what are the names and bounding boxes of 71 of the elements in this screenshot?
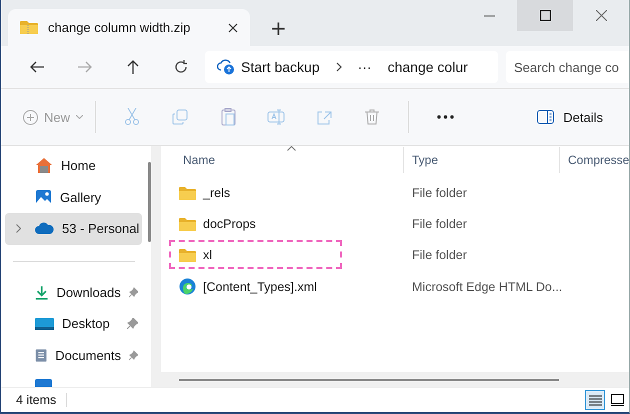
maximize-icon[interactable] [540,10,550,21]
file-name: [Content_Types].xml [203,280,317,294]
file-row[interactable]: [Content_Types].xml Microsoft Edge HTML Do... [161,270,629,302]
zip-folder-icon [20,20,38,35]
folder-icon [179,216,196,231]
file-type: File folder [411,248,468,262]
folder-icon [179,248,196,262]
forward-icon[interactable] [78,61,92,73]
cloud-upload-icon [217,59,235,75]
panel-icon [537,110,554,124]
scrollbar-thumb[interactable] [179,379,559,381]
column-header[interactable]: Name [161,147,403,173]
file-row[interactable]: _rels File folder [161,177,629,208]
pin-icon[interactable] [129,350,138,361]
sidebar-item[interactable]: Home [5,150,142,182]
file-name: _rels [203,186,230,200]
sidebar-item[interactable]: Gallery [5,182,142,213]
folder-icon [179,186,196,200]
scrollbar-thumb[interactable] [148,162,151,242]
minimize-icon[interactable] [484,14,494,16]
tiles-icon [610,394,624,406]
search-field[interactable]: Search change co [506,51,629,83]
more-icon[interactable] [436,115,454,119]
download-icon [35,284,48,301]
document-icon [35,346,48,364]
breadcrumb-item[interactable]: change colur [388,59,468,75]
pin-icon[interactable] [128,286,138,298]
refresh-icon[interactable] [174,60,188,74]
details-button[interactable]: Details [537,110,603,124]
tab[interactable]: change column width.zip [8,9,250,46]
new-tab-button[interactable]: + [264,16,293,40]
file-row[interactable]: xl File folder [161,240,629,271]
caret-icon [76,115,84,119]
gallery-icon [35,188,52,206]
cloud-icon [35,222,54,236]
sidebar-item[interactable]: 53 - Personal [5,213,142,244]
details-view-button[interactable] [585,390,605,410]
browser-icon [179,278,196,296]
desktop-icon [35,316,54,331]
file-row[interactable]: docProps File folder [161,208,629,240]
rename-icon[interactable] [267,109,286,125]
breadcrumb-item[interactable]: Start backup [241,59,320,75]
list-icon [588,394,602,406]
sidebar-item[interactable]: Downloads [5,276,142,308]
tab-title: change column width.zip [48,20,192,35]
sidebar-item[interactable]: Desktop [5,308,142,340]
file-type: Microsoft Edge HTML Do... [411,280,559,294]
back-icon[interactable] [30,61,44,73]
paste-icon[interactable] [220,108,236,126]
close-icon[interactable] [228,22,238,32]
chevron-icon[interactable] [16,224,21,233]
plus-icon [23,110,38,124]
delete-icon[interactable] [365,109,380,125]
sidebar-item[interactable]: Documents [5,340,142,371]
column-header[interactable]: Compresse [559,147,629,173]
copy-icon[interactable] [172,109,188,125]
chevron-icon [336,62,342,72]
home-icon [35,157,53,174]
file-name: xl [203,248,212,262]
cut-icon[interactable] [125,108,140,126]
file-type: File folder [411,186,468,200]
file-type: File folder [411,216,468,231]
column-header[interactable]: Type [403,147,559,173]
item-count: 4 items [16,393,68,407]
sort-up-icon [287,146,296,151]
share-icon[interactable] [316,110,332,124]
address-bar[interactable]: Start backup ··· change colur [205,51,498,83]
more-path-button[interactable]: ··· [358,59,372,75]
up-icon[interactable] [127,60,139,74]
file-name: docProps [203,216,256,231]
pin-icon[interactable] [127,318,138,330]
